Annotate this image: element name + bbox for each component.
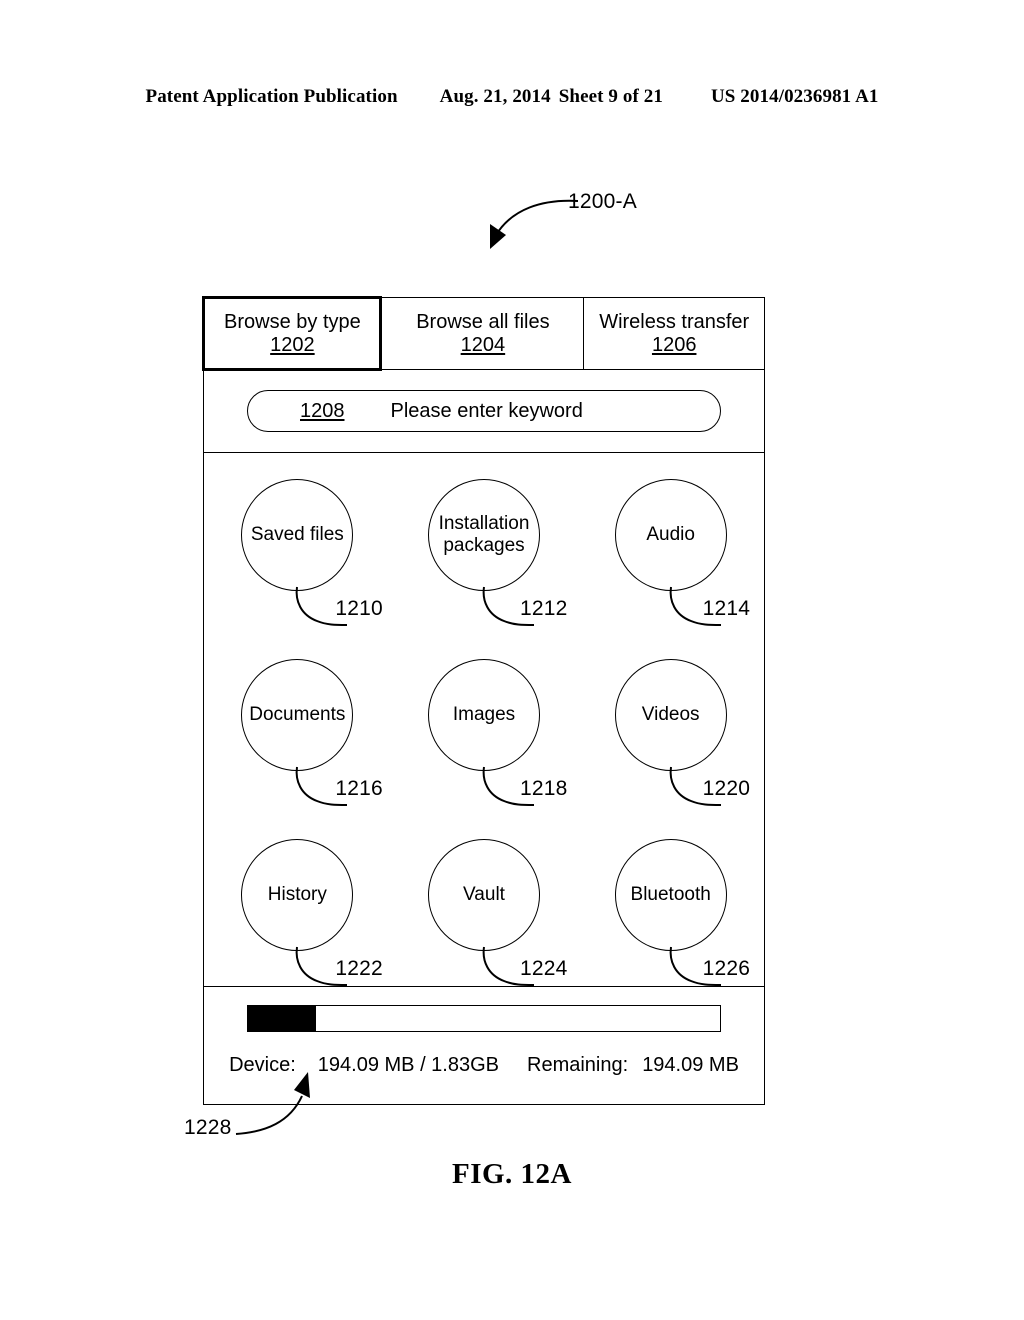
tab-browse-all-files-ref: 1204 [460,333,506,356]
category-bubble[interactable]: Documents [241,659,354,771]
category-label: Images [452,703,516,725]
category-label: Installation packages [438,512,530,556]
category-bubble[interactable]: Vault [428,839,540,951]
tab-browse-by-type-label: Browse by type [224,311,361,334]
category-item-bluetooth[interactable]: Bluetooth 1226 [577,839,764,1019]
search-field-ref: 1208 [300,399,345,422]
category-ref: 1224 [520,957,568,980]
publication-date: Aug. 21, 2014 [439,86,551,107]
category-item-images[interactable]: Images 1218 [391,659,578,839]
sheet-number: Sheet 9 of 21 [558,86,663,107]
category-item-history[interactable]: History 1222 [204,839,391,1019]
search-input[interactable]: 1208 Please enter keyword [247,390,721,432]
tab-browse-by-type[interactable]: Browse by type 1202 [202,296,383,371]
category-item-videos[interactable]: Videos 1220 [577,659,764,839]
patent-page-header: Patent Application Publication Aug. 21, … [0,86,1024,108]
tab-wireless-transfer-label: Wireless transfer [599,311,750,334]
remaining-label: Remaining: [527,1054,629,1076]
callout-1228-label: 1228 [184,1116,232,1139]
category-ref: 1226 [702,957,751,980]
tab-browse-all-files-label: Browse all files [416,311,550,334]
tab-browse-by-type-ref: 1202 [270,333,315,356]
search-placeholder-text: Please enter keyword [390,399,583,422]
patent-number: US 2014/0236981 A1 [710,86,879,107]
tab-browse-all-files[interactable]: Browse all files 1204 [382,298,585,369]
category-bubble[interactable]: Bluetooth [614,839,727,951]
callout-1228-leader-arrow [235,1072,310,1135]
category-item-documents[interactable]: Documents 1216 [204,659,391,839]
category-bubble[interactable]: Images [428,659,540,771]
storage-progress-fill [248,1006,317,1031]
category-ref: 1212 [520,597,568,620]
category-item-installation-packages[interactable]: Installation packages 1212 [391,479,578,659]
category-label: Documents [249,703,346,725]
tab-bar: Browse by type 1202 Browse all files 120… [202,296,764,371]
category-bubble[interactable]: Audio [614,479,727,591]
callout-1200a-leader-arrow [490,199,579,249]
remaining-value: 194.09 MB [642,1054,739,1076]
category-label: History [267,883,327,905]
storage-progress-bar [247,1005,721,1032]
device-screen-panel: Browse by type 1202 Browse all files 120… [202,296,765,1105]
category-item-saved-files[interactable]: Saved files 1210 [204,479,391,659]
device-usage: 194.09 MB / 1.83GB [317,1054,500,1076]
search-row: 1208 Please enter keyword [204,370,764,453]
category-label: Audio [646,523,695,545]
category-label: Saved files [250,523,344,545]
category-ref: 1210 [335,597,383,620]
category-ref: 1222 [335,957,383,980]
category-ref: 1220 [702,777,751,800]
category-row: Documents 1216 Images 1218 Videos 1220 [204,659,764,839]
tab-wireless-transfer-ref: 1206 [651,333,697,356]
figure-caption: FIG. 12A [452,1158,572,1190]
category-item-audio[interactable]: Audio 1214 [577,479,764,659]
category-ref: 1214 [702,597,751,620]
publication-label: Patent Application Publication [145,86,398,107]
category-bubble[interactable]: Installation packages [428,479,540,591]
category-item-vault[interactable]: Vault 1224 [391,839,578,1019]
category-ref: 1216 [335,777,383,800]
category-row: History 1222 Vault 1224 Bluetooth 1226 [204,839,764,1019]
category-bubble[interactable]: Videos [614,659,727,771]
category-label: Vault [463,883,505,905]
category-bubble[interactable]: Saved files [241,479,354,591]
category-label: Videos [641,703,700,725]
category-row: Saved files 1210 Installation packages 1… [204,479,764,659]
category-bubble[interactable]: History [241,839,354,951]
category-label: Bluetooth [630,883,711,905]
category-ref: 1218 [520,777,568,800]
category-grid: Saved files 1210 Installation packages 1… [204,453,764,987]
tab-wireless-transfer[interactable]: Wireless transfer 1206 [584,298,764,369]
